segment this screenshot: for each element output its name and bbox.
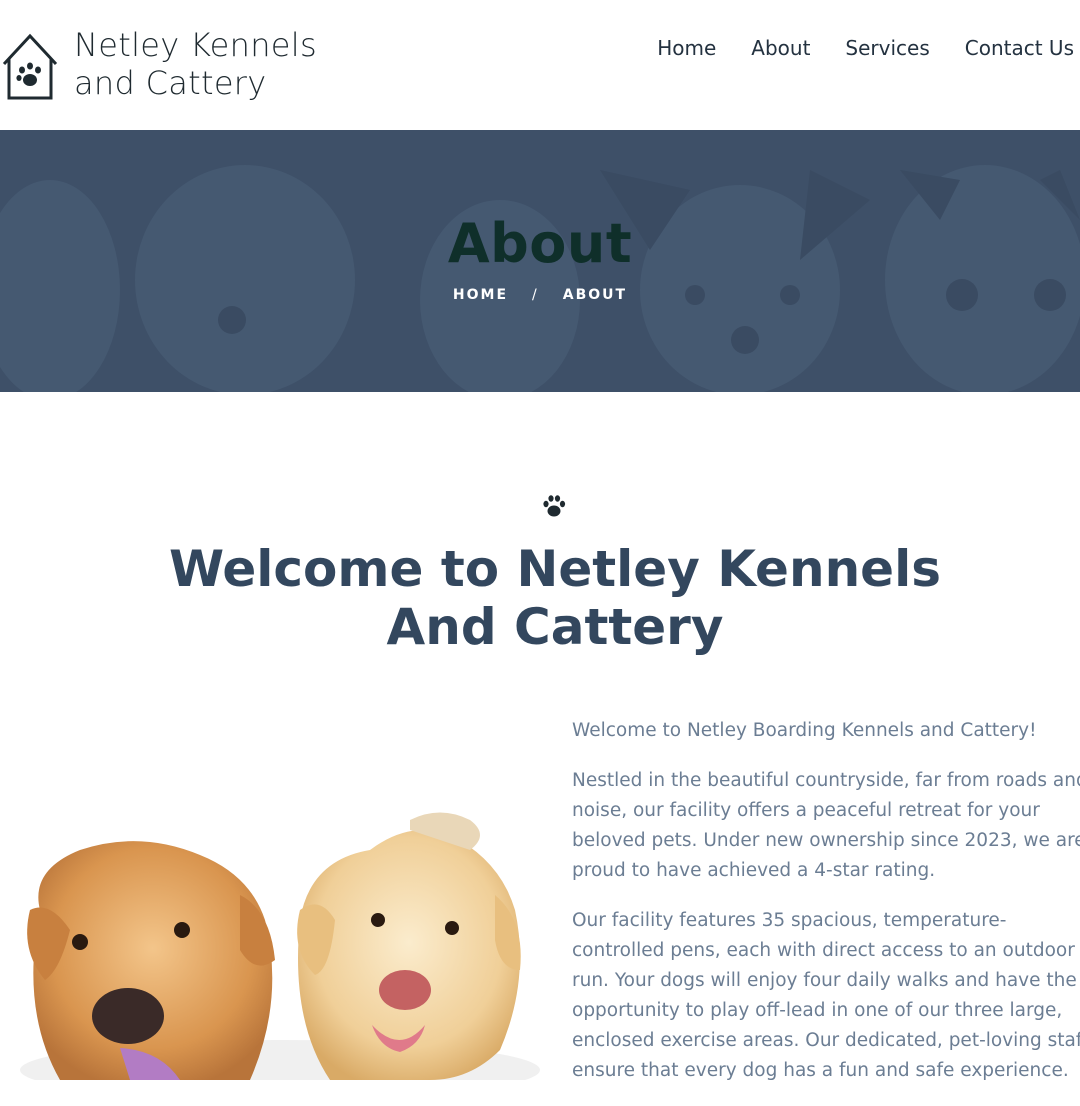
welcome-heading-line2: And Cattery	[386, 598, 724, 656]
main-nav: Home About Services Contact Us	[622, 0, 1074, 96]
site-header: Netley Kennels and Cattery Home About Se…	[0, 0, 1080, 130]
breadcrumb-home[interactable]: HOME	[453, 287, 508, 303]
facility-paragraph: Our facility features 35 spacious, tempe…	[572, 910, 1080, 1081]
welcome-heading: Welcome to Netley Kennels And Cattery	[110, 540, 1000, 656]
page-hero-banner: About HOME / ABOUT	[0, 130, 1080, 392]
brand-logo[interactable]: Netley Kennels and Cattery	[0, 26, 317, 104]
golden-retrievers-photo	[20, 812, 540, 1080]
about-text: Welcome to Netley Boarding Kennels and C…	[572, 716, 1080, 1106]
brand-name-line1: Netley Kennels	[74, 26, 317, 64]
nav-services[interactable]: Services	[845, 36, 929, 60]
brand-name: Netley Kennels and Cattery	[74, 26, 317, 102]
nav-about[interactable]: About	[751, 36, 810, 60]
breadcrumb-separator: /	[532, 287, 539, 303]
countryside-paragraph: Nestled in the beautiful countryside, fa…	[572, 770, 1080, 881]
nav-home[interactable]: Home	[657, 36, 716, 60]
page-title: About	[447, 212, 633, 275]
house-paw-icon	[2, 33, 58, 100]
welcome-heading-line1: Welcome to Netley Kennels	[169, 540, 941, 598]
paw-icon	[543, 495, 566, 517]
nav-contact-us[interactable]: Contact Us	[965, 36, 1074, 60]
intro-paragraph: Welcome to Netley Boarding Kennels and C…	[572, 720, 1037, 741]
brand-name-line2: and Cattery	[74, 64, 267, 102]
breadcrumb: HOME / ABOUT	[0, 287, 1080, 303]
breadcrumb-current: ABOUT	[562, 287, 628, 303]
